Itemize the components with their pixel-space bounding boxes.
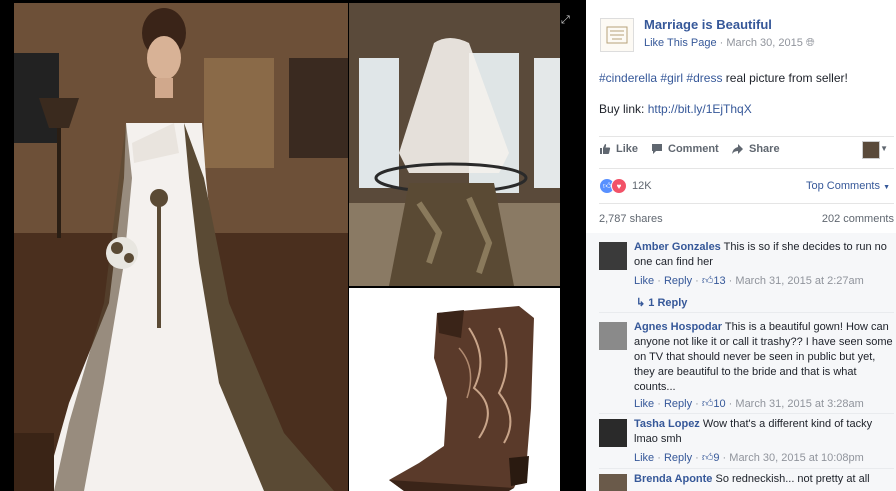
top-comments-label: Top Comments — [806, 180, 880, 192]
divider — [599, 168, 894, 169]
top-comments-dropdown[interactable]: Top Comments ▼ — [806, 180, 890, 192]
comments-count[interactable]: 202 comments — [822, 213, 894, 225]
veil-photo[interactable] — [349, 3, 560, 286]
chevron-down-icon[interactable]: ▼ — [880, 144, 888, 153]
avatar[interactable] — [599, 322, 627, 350]
divider — [599, 468, 894, 469]
reaction-count: 12K — [632, 180, 652, 192]
comment-body: Brenda Aponte So redneckish... not prett… — [634, 472, 889, 487]
post-text: #cinderella #girl #dress real picture fr… — [599, 70, 889, 86]
post-meta: Like This Page · March 30, 2015 🌐︎ — [644, 37, 815, 50]
avatar[interactable] — [599, 474, 627, 491]
comment-label: Comment — [668, 143, 719, 155]
comment-button[interactable]: Comment — [651, 143, 719, 155]
comment-author[interactable]: Agnes Hospodar — [634, 321, 722, 333]
comment-meta: Like · Reply · 👍︎9 · March 30, 2015 at 1… — [634, 452, 864, 464]
comment-text: So redneckish... not pretty at all — [715, 473, 870, 485]
comment-reply-link[interactable]: Reply — [664, 452, 692, 464]
thumbs-up-icon: 👍︎ — [701, 275, 714, 287]
page-logo-icon — [606, 26, 628, 44]
post-header: Marriage is Beautiful Like This Page · M… — [586, 10, 896, 60]
hashtag-dress[interactable]: #dress — [686, 71, 722, 85]
comment-like-link[interactable]: Like — [634, 398, 654, 410]
divider — [599, 312, 894, 313]
chevron-down-icon: ▼ — [883, 184, 890, 191]
reply-arrow-icon: ↳ — [636, 297, 646, 309]
page-avatar[interactable] — [600, 18, 634, 52]
buy-link[interactable]: http://bit.ly/1EjThqX — [648, 102, 752, 116]
buy-label: Buy link: — [599, 102, 648, 116]
post-panel: Marriage is Beautiful Like This Page · M… — [586, 0, 896, 491]
replies-toggle[interactable]: ↳ 1 Reply — [636, 296, 687, 309]
comment-author[interactable]: Amber Gonzales — [634, 241, 721, 253]
comment-item: Amber Gonzales This is so if she decides… — [599, 240, 889, 310]
like-button[interactable]: Like — [599, 143, 638, 155]
replies-count: 1 Reply — [648, 297, 688, 309]
share-label: Share — [749, 143, 780, 155]
thumbs-up-icon — [600, 144, 611, 154]
shares-count[interactable]: 2,787 shares — [599, 213, 663, 225]
viewer-avatar[interactable] — [862, 141, 880, 159]
buy-line: Buy link: http://bit.ly/1EjThqX — [599, 102, 752, 116]
comment-body: Agnes Hospodar This is a beautiful gown!… — [634, 320, 896, 395]
hashtag-girl[interactable]: #girl — [660, 71, 683, 85]
comment-body: Tasha Lopez Wow that's a different kind … — [634, 417, 896, 447]
boot-photo[interactable] — [349, 288, 560, 491]
comment-item: Brenda Aponte So redneckish... not prett… — [599, 472, 889, 491]
post-text-suffix: real picture from seller! — [722, 71, 848, 85]
photo-area: ⤢ — [0, 0, 583, 491]
love-reaction-icon: ♥ — [611, 178, 627, 194]
comment-time[interactable]: March 31, 2015 at 2:27am — [735, 275, 863, 287]
dress-illustration — [14, 3, 348, 491]
comment-like-link[interactable]: Like — [634, 275, 654, 287]
boot-illustration — [389, 306, 534, 491]
comment-item: Tasha Lopez Wow that's a different kind … — [599, 417, 889, 467]
avatar[interactable] — [599, 419, 627, 447]
dress-photo[interactable] — [14, 3, 348, 491]
divider — [599, 136, 894, 137]
like-label: Like — [616, 143, 639, 155]
comment-time[interactable]: March 30, 2015 at 10:08pm — [729, 452, 864, 464]
thumbs-up-icon: 👍︎ — [701, 452, 714, 464]
page-name[interactable]: Marriage is Beautiful — [644, 17, 772, 32]
like-page-link[interactable]: Like This Page — [644, 37, 717, 49]
comment-time[interactable]: March 31, 2015 at 3:28am — [735, 398, 863, 410]
comment-author[interactable]: Brenda Aponte — [634, 473, 712, 485]
expand-icon[interactable]: ⤢ — [561, 14, 570, 27]
comment-author[interactable]: Tasha Lopez — [634, 418, 700, 430]
comment-reply-link[interactable]: Reply — [664, 398, 692, 410]
avatar[interactable] — [599, 242, 627, 270]
hashtag-cinderella[interactable]: #cinderella — [599, 71, 657, 85]
divider — [599, 413, 894, 414]
globe-icon: 🌐︎ — [805, 37, 815, 49]
comment-like-count[interactable]: 10 — [713, 398, 725, 410]
comment-reply-link[interactable]: Reply — [664, 275, 692, 287]
veil-illustration — [349, 3, 560, 286]
comment-like-count[interactable]: 9 — [713, 452, 719, 464]
comment-body: Amber Gonzales This is so if she decides… — [634, 240, 896, 270]
comment-like-link[interactable]: Like — [634, 452, 654, 464]
comment-meta: Like · Reply · 👍︎10 · March 31, 2015 at … — [634, 398, 864, 410]
divider — [599, 203, 894, 204]
share-button[interactable]: Share — [731, 143, 780, 155]
reactions-summary[interactable]: 👍︎ ♥ 12K — [599, 178, 652, 194]
thumbs-up-icon: 👍︎ — [701, 398, 714, 410]
post-date[interactable]: March 30, 2015 — [726, 37, 802, 49]
action-bar: Like Comment Share — [599, 143, 894, 161]
comment-meta: Like · Reply · 👍︎13 · March 31, 2015 at … — [634, 275, 864, 287]
meta-separator: · — [719, 37, 724, 49]
comment-item: Agnes Hospodar This is a beautiful gown!… — [599, 320, 893, 412]
share-icon — [732, 144, 743, 154]
comment-icon — [652, 144, 662, 154]
comment-like-count[interactable]: 13 — [713, 275, 725, 287]
